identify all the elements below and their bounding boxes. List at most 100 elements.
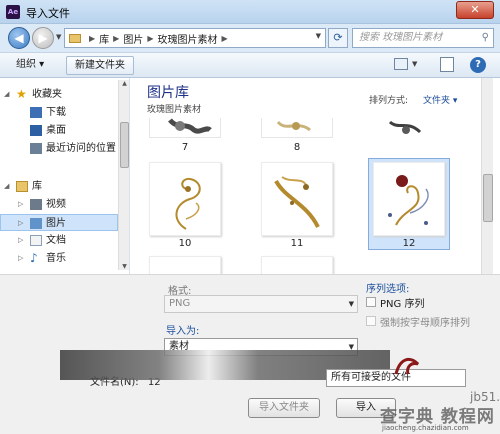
collapse-icon[interactable]: ◢ [4, 86, 9, 103]
after-effects-app-icon: Ae [6, 5, 20, 19]
thumbnail-11[interactable] [261, 162, 333, 236]
sidebar-item-recent[interactable]: 最近访问的位置 [0, 140, 118, 157]
sidebar-item-label: 下载 [46, 107, 66, 118]
sidebar-item-pictures[interactable]: ▷ 图片 [0, 214, 118, 231]
address-dropdown-icon[interactable]: ▼ [316, 32, 321, 40]
sidebar-item-label: 桌面 [46, 125, 66, 136]
sidebar-item-label: 最近访问的位置 [46, 143, 116, 154]
recent-places-icon [30, 143, 42, 154]
address-breadcrumb[interactable]: ▶ 库 ▶ 图片 ▶ 玫瑰图片素材 ▶ ▼ [64, 28, 326, 48]
thumbnail-12[interactable] [373, 162, 445, 236]
desktop-icon [30, 125, 42, 136]
window-title: 导入文件 [26, 7, 70, 20]
sort-label: 排列方式: [369, 96, 409, 106]
preview-pane-icon[interactable] [440, 57, 454, 72]
sidebar-scroll-thumb[interactable] [120, 122, 129, 168]
expand-icon[interactable]: ▷ [18, 215, 23, 232]
organize-button[interactable]: 组织 ▾ [8, 56, 52, 75]
sidebar-scrollbar[interactable]: ▲ ▼ [118, 80, 129, 270]
library-icon [16, 181, 28, 192]
sidebar-item-desktop[interactable]: 桌面 [0, 122, 118, 139]
thumbnail-caption: 10 [178, 238, 192, 249]
thumbnail-8[interactable] [261, 118, 333, 138]
flower-image [276, 120, 311, 132]
sort-by-dropdown[interactable]: 文件夹 ▾ [423, 93, 457, 106]
thumbnail-partial[interactable] [261, 256, 333, 274]
file-list-pane: 图片库 玫瑰图片素材 排列方式: 文件夹 ▾ 7 8 10 11 12 [131, 78, 481, 274]
view-dropdown-icon[interactable]: ▼ [412, 60, 417, 68]
search-placeholder: 搜索 玫瑰图片素材 [359, 32, 443, 43]
scroll-up-icon[interactable]: ▲ [119, 80, 130, 87]
search-input[interactable]: 搜索 玫瑰图片素材 ⚲ [352, 28, 494, 48]
breadcrumb-pictures[interactable]: 图片 [123, 31, 143, 46]
sidebar-item-label: 文档 [46, 235, 66, 246]
sidebar-item-downloads[interactable]: 下载 [0, 104, 118, 121]
sidebar-item-documents[interactable]: ▷ 文档 [0, 232, 118, 249]
refresh-button[interactable]: ⟳ [328, 28, 348, 48]
gold-swirl-image [175, 177, 201, 230]
rose-swirl-image [388, 175, 429, 226]
sidebar-libraries[interactable]: ◢ 库 [0, 178, 118, 195]
expand-icon[interactable]: ▷ [18, 250, 23, 267]
sidebar-libraries-label: 库 [32, 181, 42, 192]
documents-library-icon [30, 235, 42, 246]
gold-swirl-image [274, 176, 320, 228]
thumbnail-caption: 11 [290, 238, 304, 249]
force-alphabetical-label: 强制按字母顺序排列 [380, 318, 470, 329]
navigation-pane: ◢ ★ 收藏夹 下载 桌面 最近访问的位置 ◢ 库 ▷ 视频 ▷ 图片 ▷ 文档… [0, 78, 130, 274]
search-icon: ⚲ [481, 32, 489, 43]
thumbnail-partial[interactable] [149, 256, 221, 274]
music-library-icon: ♪ [30, 251, 38, 265]
download-folder-icon [30, 107, 42, 118]
recent-locations-dropdown[interactable]: ▼ [56, 33, 61, 41]
png-sequence-checkbox[interactable] [366, 297, 376, 307]
sidebar-item-label: 图片 [46, 218, 66, 229]
sequence-options-label: 序列选项: [366, 284, 410, 295]
expand-icon[interactable]: ▷ [18, 232, 23, 249]
breadcrumb-library[interactable]: 库 [99, 31, 109, 46]
import-as-label: 导入为: [166, 326, 200, 337]
back-button[interactable]: ◀ [8, 27, 30, 49]
library-title: 图片库 [147, 85, 189, 101]
chevron-right-icon[interactable]: ▶ [221, 34, 227, 43]
star-icon: ★ [16, 87, 27, 101]
scroll-down-icon[interactable]: ▼ [119, 263, 130, 270]
sidebar-item-label: 视频 [46, 199, 66, 210]
chevron-right-icon[interactable]: ▶ [113, 34, 119, 43]
sidebar-item-videos[interactable]: ▷ 视频 [0, 196, 118, 213]
video-library-icon [30, 199, 42, 210]
thumbnail-caption: 12 [402, 238, 416, 249]
watermark-line3: jiaocheng.chazidian.com [382, 424, 469, 432]
folder-icon [69, 33, 81, 43]
file-list-scroll-thumb[interactable] [483, 174, 493, 222]
address-bar-area: ◀ ▶ ▼ ▶ 库 ▶ 图片 ▶ 玫瑰图片素材 ▶ ▼ ⟳ 搜索 玫瑰图片素材 … [0, 24, 500, 52]
help-icon[interactable]: ? [470, 57, 486, 73]
force-alphabetical-checkbox [366, 316, 376, 326]
forward-button[interactable]: ▶ [32, 27, 54, 49]
pictures-library-icon [30, 218, 42, 229]
chevron-right-icon[interactable]: ▶ [147, 34, 153, 43]
change-view-icon[interactable] [394, 58, 408, 70]
watermark-seal-image [394, 357, 420, 375]
png-sequence-label: PNG 序列 [380, 299, 425, 310]
sidebar-item-music[interactable]: ▷ ♪ 音乐 [0, 250, 118, 267]
collapse-icon[interactable]: ◢ [4, 178, 9, 195]
chevron-right-icon[interactable]: ▶ [89, 34, 95, 43]
new-folder-button[interactable]: 新建文件夹 [66, 56, 134, 75]
sidebar-favorites-label: 收藏夹 [32, 89, 62, 100]
command-toolbar: 组织 ▾ 新建文件夹 ▼ ? [0, 52, 500, 78]
thumbnail-caption: 7 [181, 142, 189, 153]
expand-icon[interactable]: ▷ [18, 196, 23, 213]
flower-image [388, 120, 422, 134]
thumbnail-7[interactable] [149, 118, 221, 138]
thumbnail-caption: 8 [293, 142, 301, 153]
import-folder-button[interactable]: 导入文件夹 [248, 398, 320, 418]
site-watermark: jb51.net 查字典 教程网 jiaocheng.chazidian.com [380, 388, 500, 432]
close-button[interactable]: ✕ [456, 1, 494, 19]
chevron-down-icon: ▼ [348, 300, 354, 308]
breadcrumb-rose-folder[interactable]: 玫瑰图片素材 [157, 31, 217, 46]
sidebar-item-label: 音乐 [46, 253, 66, 264]
sidebar-favorites[interactable]: ◢ ★ 收藏夹 [0, 86, 118, 103]
thumbnail-10[interactable] [149, 162, 221, 236]
file-list-scrollbar[interactable] [481, 78, 493, 274]
